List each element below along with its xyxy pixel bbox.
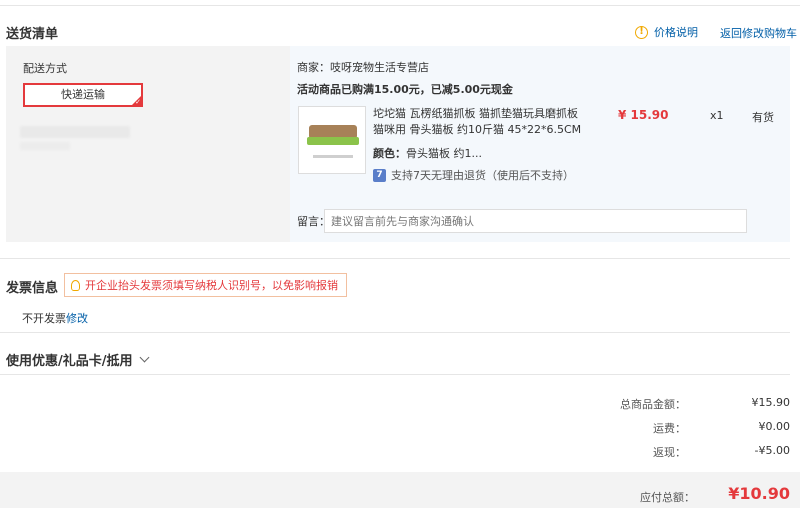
product-name[interactable]: 坨坨猫 瓦楞纸猫抓板 猫抓垫猫玩具磨抓板猫咪用 骨头猫板 约10斤猫 45*22… [373,106,583,138]
section-title: 送货清单 [6,27,59,42]
top-divider [0,5,800,6]
shipping-fee-label: 运费： [653,422,686,435]
shipping-label: 配送方式 [23,62,67,75]
divider [0,258,790,259]
lightbulb-icon [71,279,80,291]
seller-name: 商家：吱呀宠物生活专营店 [297,61,429,74]
seven-day-return-icon: 7 [373,168,386,182]
return-policy: 7 支持7天无理由退货（使用后不支持） [373,167,574,183]
color-value: 骨头猫板 约1... [406,147,482,160]
summary-goods-row: 总商品金额： ¥15.90 [606,396,790,412]
summary-shipping-row: 运费： ¥0.00 [606,420,790,436]
shipping-fee-value: ¥0.00 [758,420,791,433]
back-to-cart-link[interactable]: 返回修改购物车 [720,25,797,41]
info-icon: ! [635,25,648,39]
invoice-title: 发票信息 [6,281,59,296]
scratch-board-base-image [307,137,359,145]
divider [0,332,790,333]
chevron-down-icon [139,352,149,363]
blurred-text [20,126,130,138]
cashback-value: -¥5.00 [754,444,790,457]
invoice-tip: 开企业抬头发票须填写纳税人识别号，以免影响报销 [64,273,347,297]
product-quantity: x1 [710,109,724,122]
return-policy-text: 支持7天无理由退货（使用后不支持） [391,169,574,182]
goods-total-value: ¥15.90 [751,396,791,409]
shipping-method-label: 快递运输 [61,88,105,101]
check-icon: ✓ [135,98,141,106]
product-thumbnail[interactable] [298,106,366,174]
color-label: 颜色： [373,147,406,160]
invoice-value: 不开发票 [22,312,66,325]
product-price: ¥ 15.90 [618,108,669,122]
divider [0,374,790,375]
price-help-link[interactable]: 价格说明 [654,24,698,40]
message-input[interactable] [324,209,747,233]
invoice-edit-link[interactable]: 修改 [66,310,88,326]
promotion-text: 活动商品已购满15.00元，已减5.00元现金 [297,83,513,96]
shipping-method-button[interactable]: 快递运输 ✓ [23,83,143,107]
summary-cashback-row: 返现： -¥5.00 [606,444,790,460]
stock-status: 有货 [752,111,774,124]
price-help[interactable]: ! 价格说明 [635,24,698,40]
goods-total-label: 总商品金额： [620,398,686,411]
blurred-text [20,142,70,150]
coupon-label: 使用优惠/礼品卡/抵用 [6,354,133,369]
coupon-toggle[interactable]: 使用优惠/礼品卡/抵用 [6,350,149,369]
cashback-label: 返现： [653,446,686,459]
total-label: 应付总额： [640,491,695,504]
total-value: ¥10.90 [728,484,790,503]
invoice-tip-text: 开企业抬头发票须填写纳税人识别号，以免影响报销 [85,279,338,292]
image-caption [313,155,353,158]
product-color: 颜色：骨头猫板 约1... [373,145,482,161]
shipping-panel: 配送方式 快递运输 ✓ 商家：吱呀宠物生活专营店 活动商品已购满15.00元，已… [6,46,790,242]
